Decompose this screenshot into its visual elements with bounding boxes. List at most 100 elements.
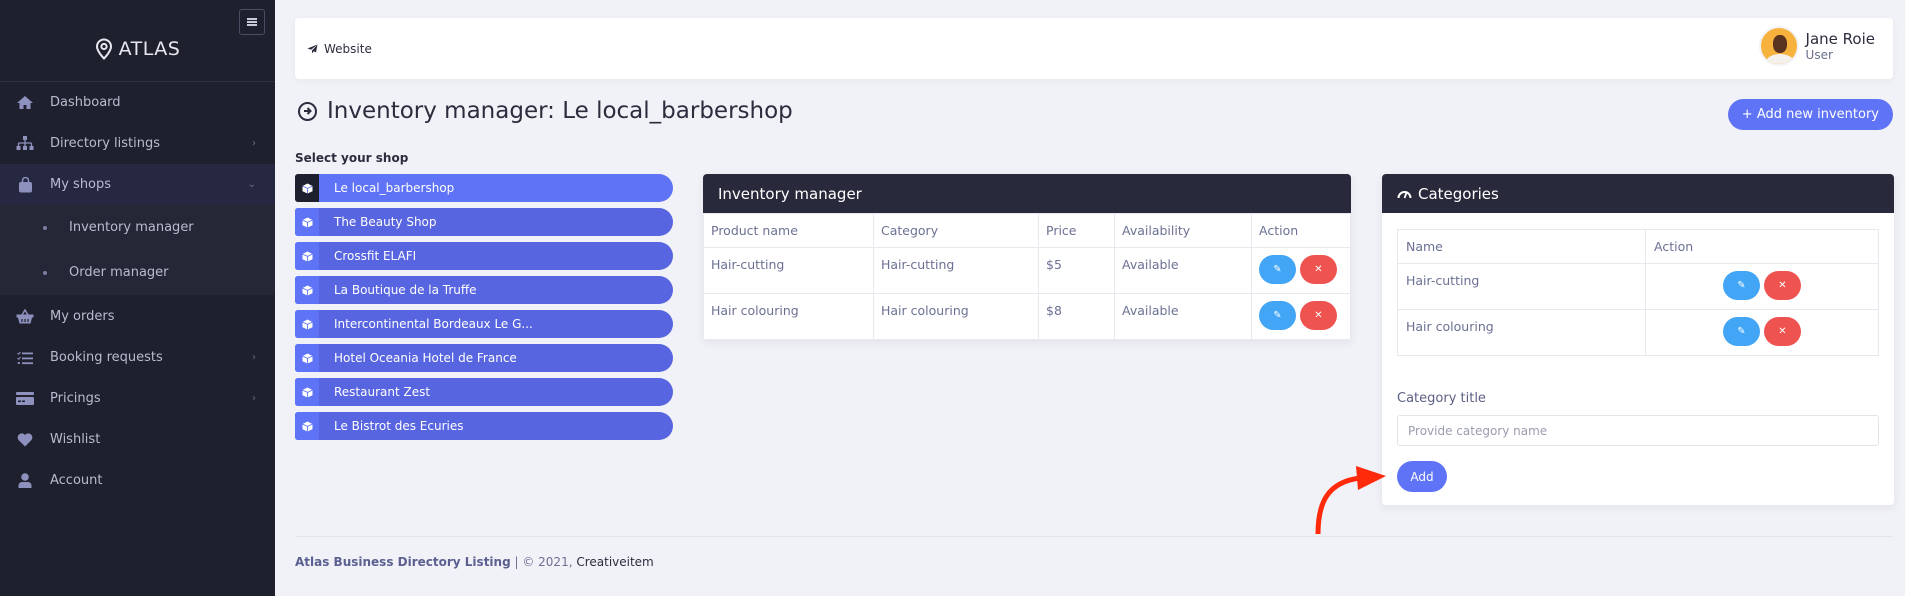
sidebar-subitem-label: Order manager [69,265,169,280]
edit-button[interactable]: ✎ [1259,255,1296,284]
avatar [1758,26,1799,66]
delete-button[interactable]: ✕ [1763,271,1801,300]
chevron-down-icon: ⌄ [247,179,256,190]
action-cell: ✎ ✕ [1251,293,1351,340]
category-name-cell: Hair-cutting [1397,263,1646,310]
sidebar-item-my-shops[interactable]: My shops ⌄ [0,164,275,205]
shop-list: Le local_barbershop The Beauty Shop Cros… [295,174,673,446]
shop-item[interactable]: Intercontinental Bordeaux Le G... [295,310,673,338]
shopping-bag-icon [14,176,36,193]
category-title-label: Category title [1397,391,1486,406]
pencil-icon: ✎ [1273,264,1282,275]
inventory-table: Product name Category Price Availability… [703,213,1351,340]
website-link-label: Website [324,42,372,56]
close-icon: ✕ [1778,326,1787,337]
category-title-input[interactable] [1397,415,1879,446]
sidebar-item-dashboard[interactable]: Dashboard [0,82,275,123]
shop-item[interactable]: Restaurant Zest [295,378,673,406]
footer-brand-link[interactable]: Atlas Business Directory Listing [295,555,511,569]
user-menu[interactable]: Jane Roie User [1758,26,1875,66]
sidebar-item-label: My shops [50,177,112,192]
delete-button[interactable]: ✕ [1299,255,1337,284]
categories-table: Name Action Hair-cutting ✎ ✕ Hair colour… [1397,229,1879,356]
hamburger-icon [247,18,257,26]
shop-item[interactable]: Crossfit ELAFI [295,242,673,270]
column-header: Product name [703,213,874,248]
arrow-circle-right-icon [298,101,317,121]
sidebar-subitem-order-manager[interactable]: Order manager [0,250,275,295]
shop-name: La Boutique de la Truffe [334,283,477,297]
pencil-icon: ✎ [1737,326,1746,337]
categories-panel: Categories Name Action Hair-cutting ✎ ✕ … [1382,174,1894,505]
price-cell: $8 [1038,293,1115,340]
shop-item[interactable]: Le local_barbershop [295,174,673,202]
sidebar-item-directory-listings[interactable]: Directory listings › [0,123,275,164]
edit-button[interactable]: ✎ [1723,317,1760,346]
shop-item[interactable]: The Beauty Shop [295,208,673,236]
sidebar-item-label: Dashboard [50,95,121,110]
sidebar-item-pricings[interactable]: Pricings › [0,378,275,419]
shop-item[interactable]: Le Bistrot des Ecuries [295,412,673,440]
shop-item[interactable]: La Boutique de la Truffe [295,276,673,304]
table-row: Hair colouring Hair colouring $8 Availab… [703,293,1351,340]
sidebar-toggle-button[interactable] [239,9,265,35]
column-header: Price [1038,213,1115,248]
column-header: Name [1397,229,1646,264]
top-bar: Website Jane Roie User [295,18,1893,79]
edit-button[interactable]: ✎ [1723,271,1760,300]
shop-item[interactable]: Hotel Oceania Hotel de France [295,344,673,372]
pencil-icon: ✎ [1273,310,1282,321]
credit-card-icon [14,392,36,405]
sidebar-item-label: Directory listings [50,136,161,151]
pencil-icon: ✎ [1737,280,1746,291]
delete-button[interactable]: ✕ [1763,317,1801,346]
map-pin-icon [95,38,112,60]
page-title-text: Inventory manager: Le local_barbershop [327,98,793,124]
brand-name: ATLAS [118,38,181,60]
sidebar-subitem-inventory-manager[interactable]: Inventory manager [0,205,275,250]
edit-button[interactable]: ✎ [1259,301,1296,330]
box-icon [295,412,319,440]
categories-panel-title: Categories [1418,184,1499,203]
sidebar-item-my-orders[interactable]: My orders [0,296,275,337]
sitemap-icon [14,136,36,151]
table-header-row: Product name Category Price Availability… [703,213,1351,248]
user-icon [14,473,36,488]
user-role: User [1805,47,1833,62]
inventory-panel-header: Inventory manager [703,174,1351,213]
shop-name: Crossfit ELAFI [334,249,417,263]
action-cell: ✎ ✕ [1251,247,1351,294]
column-header: Action [1645,229,1879,264]
column-header: Action [1251,213,1351,248]
footer-divider [295,536,1893,537]
my-shops-submenu: Inventory manager Order manager [0,205,275,295]
shop-name: Le local_barbershop [334,181,455,195]
add-category-button[interactable]: Add [1397,461,1447,492]
bullet-icon [43,225,47,230]
categories-panel-header: Categories [1382,174,1894,213]
sidebar-item-wishlist[interactable]: Wishlist [0,419,275,460]
sidebar-item-booking-requests[interactable]: Booking requests › [0,337,275,378]
box-icon [295,242,319,270]
footer-company-link[interactable]: Creativeitem [576,555,653,569]
chevron-right-icon: › [252,138,256,149]
heart-icon [14,432,36,447]
table-row: Hair-cutting Hair-cutting $5 Available ✎… [703,247,1351,294]
sidebar-item-label: Booking requests [50,350,163,365]
delete-button[interactable]: ✕ [1299,301,1337,330]
website-link[interactable]: Website [307,42,372,56]
paper-plane-icon [307,44,318,54]
close-icon: ✕ [1314,264,1323,275]
brand-logo[interactable]: ATLAS [0,38,275,60]
tachometer-icon [1397,191,1412,199]
column-header: Availability [1114,213,1252,248]
add-new-inventory-button[interactable]: + Add new inventory [1727,99,1893,130]
footer-separator: | [510,555,523,569]
home-icon [14,95,36,110]
sidebar-item-account[interactable]: Account [0,460,275,501]
annotation-arrow-icon [1315,466,1386,535]
close-icon: ✕ [1314,310,1323,321]
basket-icon [14,309,36,324]
tasks-icon [14,351,36,365]
shop-name: Restaurant Zest [334,385,431,399]
